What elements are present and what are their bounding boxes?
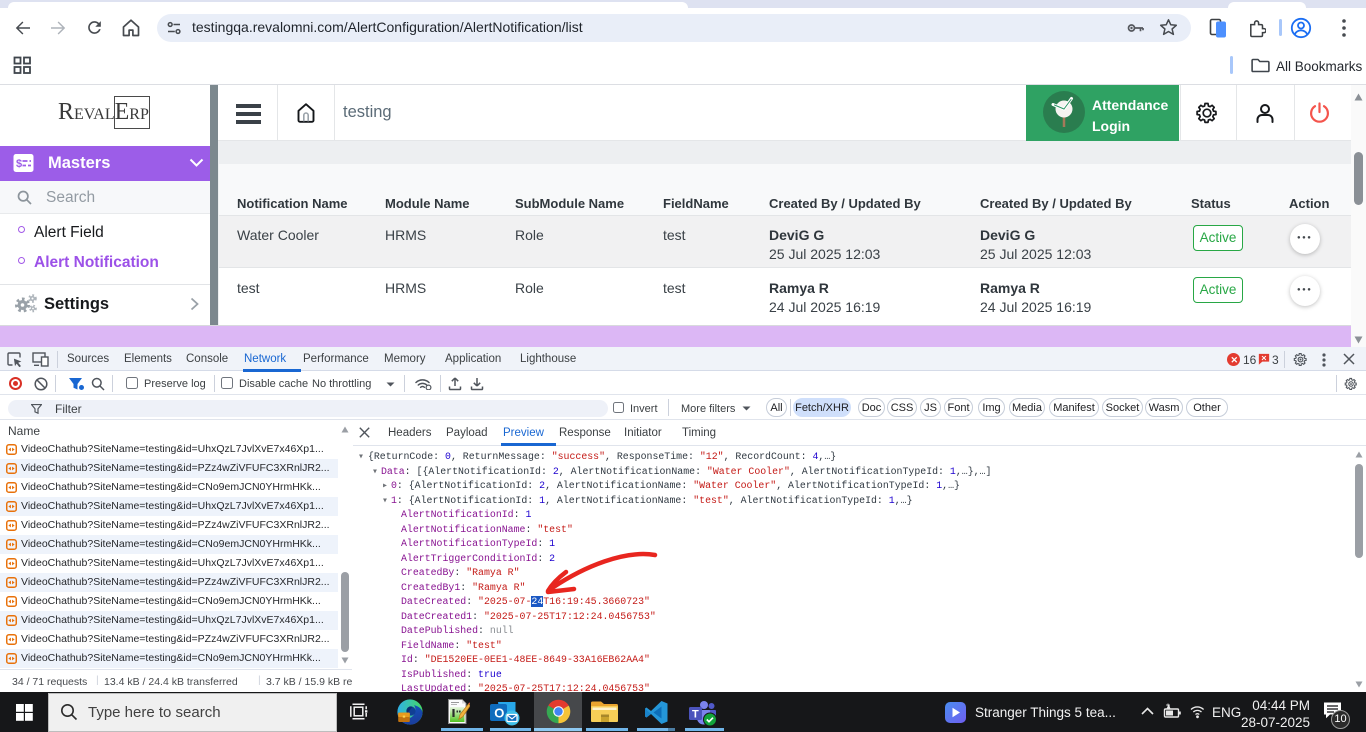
svg-text:✕: ✕	[1261, 355, 1267, 362]
svg-text:O: O	[494, 706, 504, 721]
svg-text:T: T	[692, 709, 699, 721]
svg-text:$: $	[16, 158, 22, 170]
